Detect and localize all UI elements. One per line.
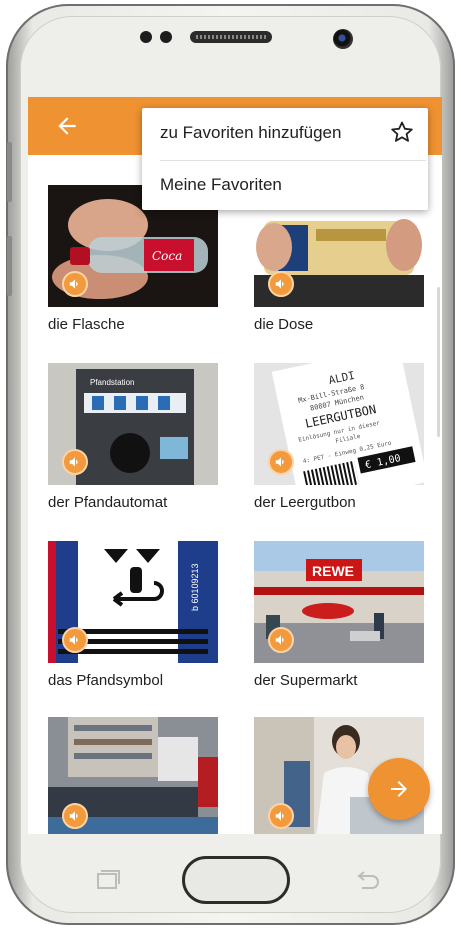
card-caption: die Dose — [254, 316, 314, 333]
menu-item-label: Meine Favoriten — [160, 175, 282, 194]
volume-icon — [69, 457, 78, 467]
front-camera — [333, 29, 353, 49]
svg-text:Coca: Coca — [152, 249, 182, 263]
volume-icon — [275, 811, 284, 821]
volume-icon — [275, 279, 284, 289]
volume-icon — [69, 635, 78, 645]
audio-button[interactable] — [62, 803, 88, 829]
next-fab-button[interactable] — [368, 758, 430, 820]
earpiece-speaker — [190, 31, 272, 43]
volume-button — [7, 142, 12, 202]
menu-item-add-favorite[interactable]: zu Favoriten hinzufügen — [142, 108, 428, 158]
star-outline-icon[interactable] — [390, 120, 414, 144]
audio-button[interactable] — [268, 803, 294, 829]
checkout-conveyor-image — [48, 717, 218, 834]
audio-button[interactable] — [62, 449, 88, 475]
sensor-right — [160, 31, 172, 43]
scrollbar[interactable] — [437, 287, 440, 437]
home-button[interactable] — [182, 856, 290, 904]
supermarket-image: REWE — [254, 541, 424, 663]
symbol-code: b 60109213 — [190, 563, 200, 611]
sensor-left — [140, 31, 152, 43]
card-caption: der Pfandautomat — [48, 494, 168, 511]
recent-apps-icon[interactable] — [94, 870, 120, 890]
back-key-icon[interactable] — [354, 870, 380, 890]
card-caption: die Flasche — [48, 316, 125, 333]
arrow-right-icon — [391, 781, 407, 797]
arrow-left-icon[interactable] — [54, 113, 80, 139]
volume-icon — [69, 279, 78, 289]
deposit-machine-image: Pfandstation — [48, 363, 218, 485]
menu-item-my-favorites[interactable]: Meine Favoriten — [142, 161, 428, 211]
overflow-menu: zu Favoriten hinzufügen Meine Favoriten — [142, 108, 428, 210]
card-caption: der Leergutbon — [254, 494, 356, 511]
deposit-receipt-image: ALDI Mx-Bill-Straße 8 80807 München LEER… — [254, 363, 424, 485]
card-caption: der Supermarkt — [254, 672, 358, 689]
deposit-symbol-image: b 60109213 — [48, 541, 218, 663]
volume-icon — [69, 811, 78, 821]
side-button — [7, 236, 12, 296]
audio-button[interactable] — [268, 627, 294, 653]
rewe-sign: REWE — [312, 563, 354, 579]
pfandstation-label: Pfandstation — [90, 378, 134, 387]
card-caption: das Pfandsymbol — [48, 672, 164, 689]
menu-item-label: zu Favoriten hinzufügen — [160, 123, 342, 142]
volume-icon — [275, 457, 284, 467]
audio-button[interactable] — [268, 449, 294, 475]
audio-button[interactable] — [268, 271, 294, 297]
volume-icon — [275, 635, 284, 645]
audio-button[interactable] — [62, 627, 88, 653]
audio-button[interactable] — [62, 271, 88, 297]
